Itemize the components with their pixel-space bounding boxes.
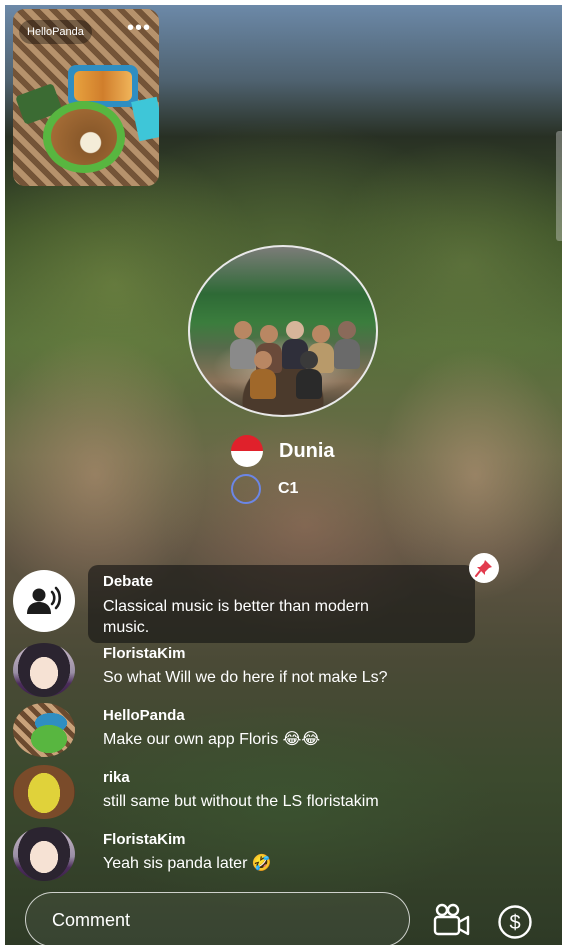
cover-figure: [250, 369, 276, 399]
dollar-coin-icon-glyph: $: [498, 905, 532, 939]
indonesia-flag-icon: [231, 435, 263, 467]
flag-red-half: [231, 435, 263, 451]
chat-message-text: So what Will we do here if not make Ls?: [103, 669, 388, 686]
video-camera-icon[interactable]: [432, 902, 472, 938]
avatar[interactable]: [13, 643, 75, 697]
room-title-row: Dunia: [231, 435, 335, 467]
svg-text:$: $: [509, 912, 520, 934]
picture-in-picture-video[interactable]: HelloPanda •••: [13, 9, 159, 186]
chat-message-text: Make our own app Floris 😂😂: [103, 731, 321, 748]
comment-placeholder: Comment: [52, 910, 131, 930]
comment-input[interactable]: Comment: [25, 892, 410, 945]
cover-figure: [230, 339, 256, 369]
debate-speaker-icon: [13, 570, 75, 632]
pinned-author-name: Debate: [103, 573, 154, 590]
cover-figure: [334, 339, 360, 369]
avatar[interactable]: [13, 827, 75, 881]
cover-figure: [312, 325, 330, 343]
dollar-coin-icon[interactable]: $: [497, 904, 533, 940]
chat-author-name: rika: [103, 769, 130, 786]
pinned-topic-text-line1: Classical music is better than modern: [103, 598, 369, 615]
more-horizontal-icon[interactable]: •••: [127, 18, 151, 38]
pip-video-detail: [43, 101, 125, 173]
pinned-topic-text-line2: music.: [103, 619, 150, 636]
room-cover-avatar[interactable]: [188, 245, 378, 417]
room-title: Dunia: [279, 439, 335, 462]
avatar[interactable]: [13, 765, 75, 819]
avatar[interactable]: [13, 703, 75, 757]
room-level-label: C1: [278, 480, 299, 497]
side-scroll-handle[interactable]: [556, 131, 562, 241]
chat-author-name: FloristaKim: [103, 645, 186, 662]
cover-figure: [234, 321, 252, 339]
pip-username-label: HelloPanda: [19, 20, 92, 44]
chat-message-text: Yeah sis panda later 🤣: [103, 855, 272, 872]
cover-figure: [286, 321, 304, 339]
pin-icon-glyph: [475, 560, 492, 577]
cover-figure: [296, 369, 322, 399]
chat-author-name: HelloPanda: [103, 707, 185, 724]
pip-video-detail: [51, 109, 117, 165]
chat-author-name: FloristaKim: [103, 831, 186, 848]
pin-icon[interactable]: [469, 553, 499, 583]
room-level-row: C1: [231, 474, 298, 504]
pip-video-detail: [74, 71, 132, 101]
cover-figure: [260, 325, 278, 343]
cover-figure: [254, 351, 272, 369]
chat-message-text: still same but without the LS floristaki…: [103, 793, 379, 810]
debate-speaker-icon-glyph: [27, 586, 62, 614]
video-camera-icon-glyph: [433, 903, 470, 936]
cover-figure: [338, 321, 356, 339]
level-ring-icon: [231, 474, 261, 504]
cover-figure: [300, 351, 318, 369]
flag-white-half: [231, 451, 263, 467]
